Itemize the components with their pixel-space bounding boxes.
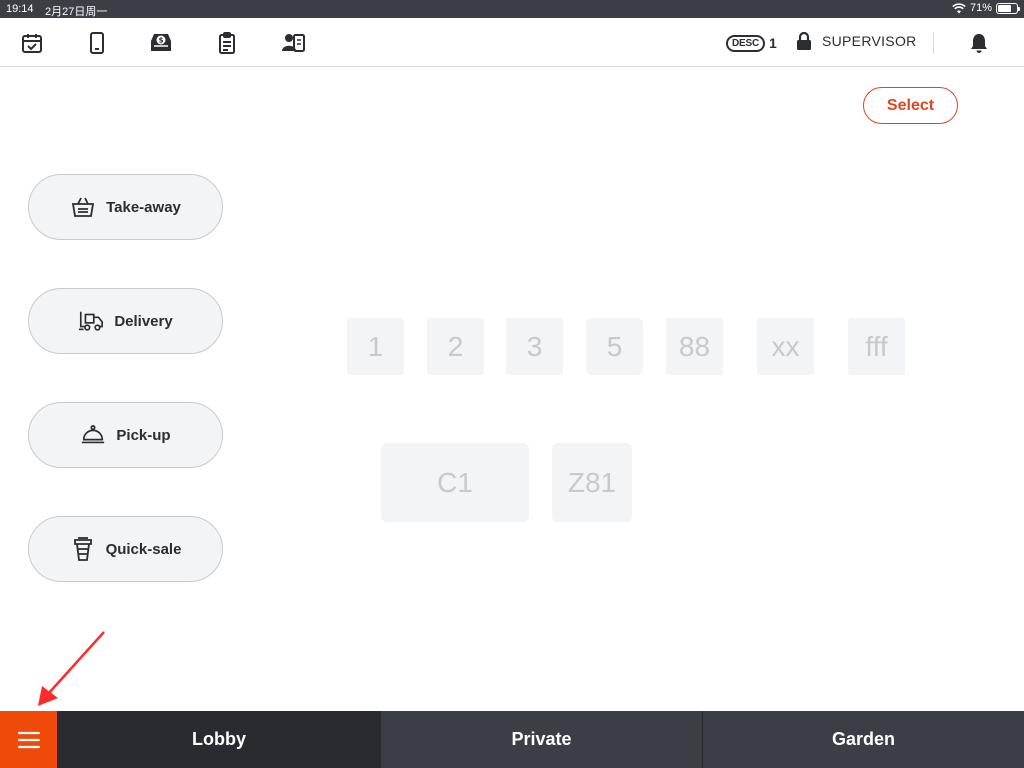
table-c1[interactable]: C1	[381, 443, 529, 522]
pick-up-button[interactable]: Pick-up	[28, 402, 223, 468]
delivery-label: Delivery	[114, 312, 173, 330]
table-5[interactable]: 5	[586, 318, 643, 375]
clipboard-icon[interactable]	[214, 30, 240, 56]
quick-sale-label: Quick-sale	[105, 540, 182, 558]
cloche-icon	[80, 422, 106, 448]
table-fff[interactable]: fff	[848, 318, 905, 375]
take-away-button[interactable]: Take-away	[28, 174, 223, 240]
user-role-label: SUPERVISOR	[822, 33, 917, 49]
tab-private[interactable]: Private	[380, 711, 702, 768]
table-2[interactable]: 2	[427, 318, 484, 375]
toolbar-divider	[933, 32, 934, 54]
tablet-icon[interactable]	[84, 30, 110, 56]
select-button[interactable]: Select	[863, 87, 958, 124]
battery-icon	[996, 2, 1020, 14]
tab-garden[interactable]: Garden	[702, 711, 1024, 768]
top-toolbar: $ DESC 1 SUPERVISOR	[0, 18, 1024, 67]
status-right: 71%	[952, 2, 1020, 14]
battery-fill	[998, 4, 1011, 12]
cup-icon	[70, 536, 96, 562]
desc-label: DESC	[726, 34, 765, 52]
calendar-check-icon[interactable]	[19, 30, 45, 56]
status-date: 2月27日周一	[45, 6, 108, 18]
cash-drawer-icon[interactable]: $	[148, 30, 174, 56]
table-88[interactable]: 88	[666, 318, 723, 375]
forklift-icon	[78, 308, 104, 334]
bell-icon[interactable]	[966, 30, 992, 56]
table-z81[interactable]: Z81	[552, 443, 632, 522]
table-xx[interactable]: xx	[757, 318, 814, 375]
lock-icon	[797, 32, 811, 50]
hamburger-icon	[17, 731, 40, 748]
pos-app: 19:14 2月27日周一 71% $ DESC 1 SUPERVISOR Se…	[0, 0, 1024, 768]
quick-sale-button[interactable]: Quick-sale	[28, 516, 223, 582]
take-away-label: Take-away	[106, 198, 181, 216]
annotation-arrow	[38, 631, 105, 706]
status-time: 19:14	[6, 3, 34, 15]
staff-card-icon[interactable]	[280, 30, 306, 56]
tab-lobby[interactable]: Lobby	[57, 711, 380, 768]
delivery-button[interactable]: Delivery	[28, 288, 223, 354]
desc-count: 1	[768, 35, 777, 51]
table-1[interactable]: 1	[347, 318, 404, 375]
bottom-area-bar: Lobby Private Garden	[0, 711, 1024, 768]
desc-indicator[interactable]: DESC 1	[726, 33, 777, 53]
user-role[interactable]: SUPERVISOR	[796, 32, 917, 50]
table-3[interactable]: 3	[506, 318, 563, 375]
menu-button[interactable]	[0, 711, 57, 768]
pick-up-label: Pick-up	[116, 426, 171, 444]
battery-percent: 71%	[969, 2, 992, 14]
status-bar: 19:14 2月27日周一 71%	[0, 0, 1024, 18]
wifi-icon	[952, 2, 966, 13]
basket-icon	[70, 194, 96, 220]
svg-text:$: $	[159, 37, 164, 45]
